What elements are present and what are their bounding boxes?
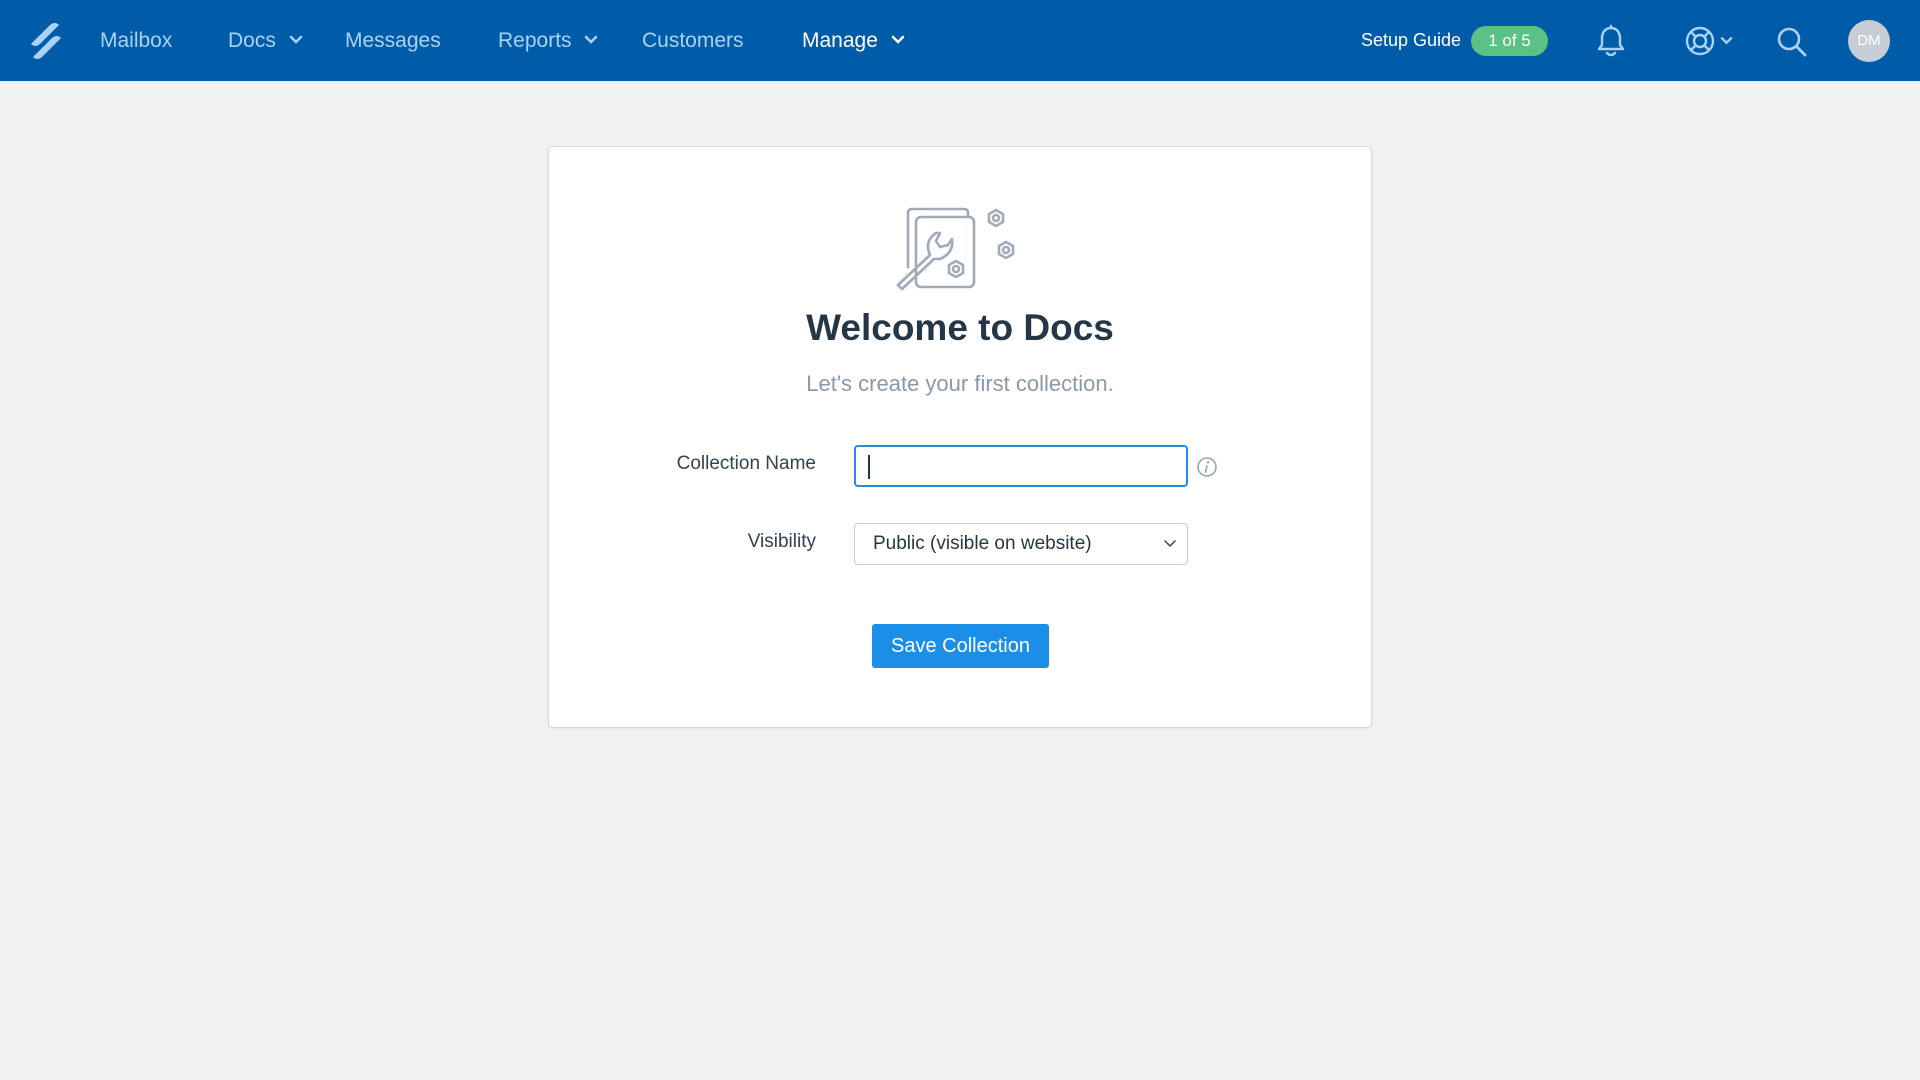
collection-name-input[interactable] bbox=[854, 445, 1188, 487]
nav-item-docs[interactable]: Docs bbox=[228, 0, 303, 81]
nav-item-mailbox[interactable]: Mailbox bbox=[100, 0, 172, 81]
helpscout-logo-icon[interactable] bbox=[28, 22, 64, 60]
collection-name-label: Collection Name bbox=[676, 453, 816, 474]
info-icon[interactable] bbox=[1196, 456, 1218, 478]
nav-item-messages[interactable]: Messages bbox=[345, 0, 441, 81]
top-navigation-bar: Mailbox Docs Messages Reports Customers … bbox=[0, 0, 1920, 81]
nav-item-label: Reports bbox=[498, 29, 572, 52]
visibility-selected-value: Public (visible on website) bbox=[873, 533, 1092, 554]
search-icon[interactable] bbox=[1776, 26, 1808, 58]
wrench-gears-icon bbox=[896, 207, 1015, 291]
chevron-down-icon bbox=[289, 36, 302, 45]
nav-item-manage[interactable]: Manage bbox=[802, 0, 905, 81]
chevron-down-icon bbox=[1720, 37, 1733, 45]
chevron-down-icon bbox=[1164, 540, 1176, 548]
chevron-down-icon bbox=[585, 36, 598, 45]
chevron-down-icon bbox=[891, 36, 904, 45]
visibility-select[interactable]: Public (visible on website) bbox=[854, 523, 1188, 565]
setup-guide-link[interactable]: Setup Guide bbox=[1361, 0, 1461, 81]
nav-item-label: Manage bbox=[802, 29, 878, 52]
welcome-card: Welcome to Docs Let's create your first … bbox=[548, 146, 1372, 728]
user-avatar[interactable]: DM bbox=[1848, 20, 1890, 62]
nav-item-customers[interactable]: Customers bbox=[642, 0, 744, 81]
bell-icon[interactable] bbox=[1596, 24, 1626, 58]
nav-item-label: Docs bbox=[228, 29, 276, 52]
save-collection-button[interactable]: Save Collection bbox=[872, 624, 1049, 668]
visibility-label: Visibility bbox=[747, 531, 816, 552]
page-subtitle: Let's create your first collection. bbox=[806, 371, 1114, 396]
help-lifebuoy-icon bbox=[1685, 26, 1715, 56]
setup-guide-progress-badge[interactable]: 1 of 5 bbox=[1471, 26, 1548, 56]
help-menu-button[interactable] bbox=[1684, 25, 1734, 57]
nav-item-label: Messages bbox=[345, 29, 441, 52]
nav-item-reports[interactable]: Reports bbox=[498, 0, 598, 81]
text-cursor bbox=[868, 455, 870, 479]
nav-item-label: Mailbox bbox=[100, 29, 173, 52]
page-title: Welcome to Docs bbox=[806, 307, 1114, 348]
nav-item-label: Customers bbox=[642, 29, 744, 52]
